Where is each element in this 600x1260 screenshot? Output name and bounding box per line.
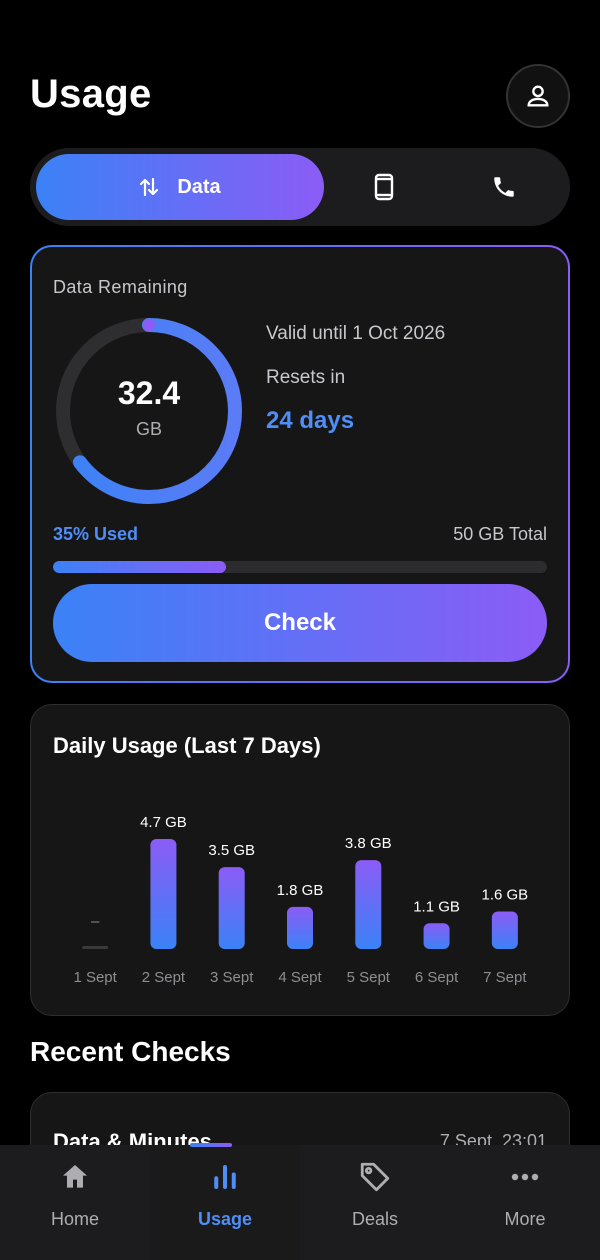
chart-x-tick-label: 6 Sept — [415, 969, 459, 986]
chart-bar — [423, 923, 450, 949]
tag-icon — [360, 1162, 390, 1192]
home-icon — [63, 1165, 87, 1188]
chart-bar — [82, 946, 109, 949]
chart-value-label: 3.8 GB — [345, 835, 392, 852]
data-remaining-unit: GB — [135, 419, 162, 439]
used-percent: 35% Used — [53, 524, 139, 544]
data-remaining-value: 32.4 — [117, 375, 181, 411]
ring-start-cap — [143, 319, 155, 331]
profile-button[interactable] — [506, 64, 570, 128]
smartphone-icon — [374, 173, 394, 201]
valid-until-text: Valid until 1 Oct 2026 — [266, 323, 446, 344]
chart-x-tick-label: 4 Sept — [278, 969, 322, 986]
person-icon — [527, 85, 549, 107]
data-remaining-card: Data Remaining 32.4 GB Valid until 1 Oct… — [30, 245, 570, 683]
resets-label: Resets in — [266, 367, 346, 388]
chart-bar — [491, 911, 518, 949]
nav-home[interactable]: Home — [0, 1145, 150, 1260]
usage-progress-fill — [53, 561, 226, 573]
recent-checks-title: Recent Checks — [30, 1036, 231, 1067]
total-allowance: 50 GB Total — [453, 524, 547, 544]
chart-value-label: 1.1 GB — [413, 898, 460, 915]
nav-usage[interactable]: Usage — [150, 1143, 300, 1260]
chart-bar — [287, 906, 313, 949]
chart-value-label: 1.6 GB — [482, 887, 529, 904]
chart-x-tick-label: 7 Sept — [483, 969, 527, 986]
data-remaining-label: Data Remaining — [53, 277, 188, 297]
tab-data[interactable]: Data — [36, 154, 324, 220]
phone-icon — [494, 177, 514, 197]
chart-x-tick-label: 3 Sept — [210, 969, 254, 986]
bottom-nav: Home Usage Deals More — [0, 1143, 600, 1260]
chart-value-label: 3.5 GB — [208, 842, 255, 859]
tab-calls[interactable] — [454, 154, 554, 220]
chart-bar — [218, 867, 245, 949]
chart-x-tick-label: 5 Sept — [347, 969, 391, 986]
usage-type-tabs: Data — [30, 148, 570, 226]
header: Usage — [30, 62, 570, 130]
page-title: Usage — [30, 72, 152, 116]
chart-value-label: – — [91, 913, 100, 930]
bar-chart-icon — [214, 1165, 236, 1189]
chart-x-tick-label: 2 Sept — [142, 969, 186, 986]
tab-device[interactable] — [334, 154, 434, 220]
swap-vertical-icon — [140, 177, 159, 197]
nav-active-indicator — [190, 1143, 232, 1147]
chart-x-tick-label: 1 Sept — [73, 969, 117, 986]
chart-bar — [355, 860, 382, 949]
chart-value-label: 4.7 GB — [140, 814, 187, 831]
daily-usage-card: Daily Usage (Last 7 Days) –1 Sept 4.7 GB 2… — [30, 704, 570, 1016]
nav-more[interactable]: More — [450, 1145, 600, 1260]
nav-deals[interactable]: Deals — [300, 1145, 450, 1260]
nav-more-label: More — [504, 1209, 546, 1229]
nav-usage-label: Usage — [197, 1209, 253, 1229]
more-dots-icon — [511, 1173, 539, 1181]
chart-value-label: 1.8 GB — [277, 882, 324, 899]
tab-data-label: Data — [177, 175, 221, 198]
resets-value: 24 days — [266, 407, 355, 434]
nav-deals-label: Deals — [351, 1209, 399, 1229]
daily-usage-chart: – 1 Sept 4.7 GB 2 Sept 3.5 GB 3 Sept 1.8 GB 4 S… — [73, 814, 529, 986]
nav-home-label: Home — [50, 1209, 99, 1229]
check-button[interactable]: Check — [53, 584, 547, 662]
usage-progress-bar — [53, 561, 547, 573]
chart-bar — [150, 839, 177, 949]
